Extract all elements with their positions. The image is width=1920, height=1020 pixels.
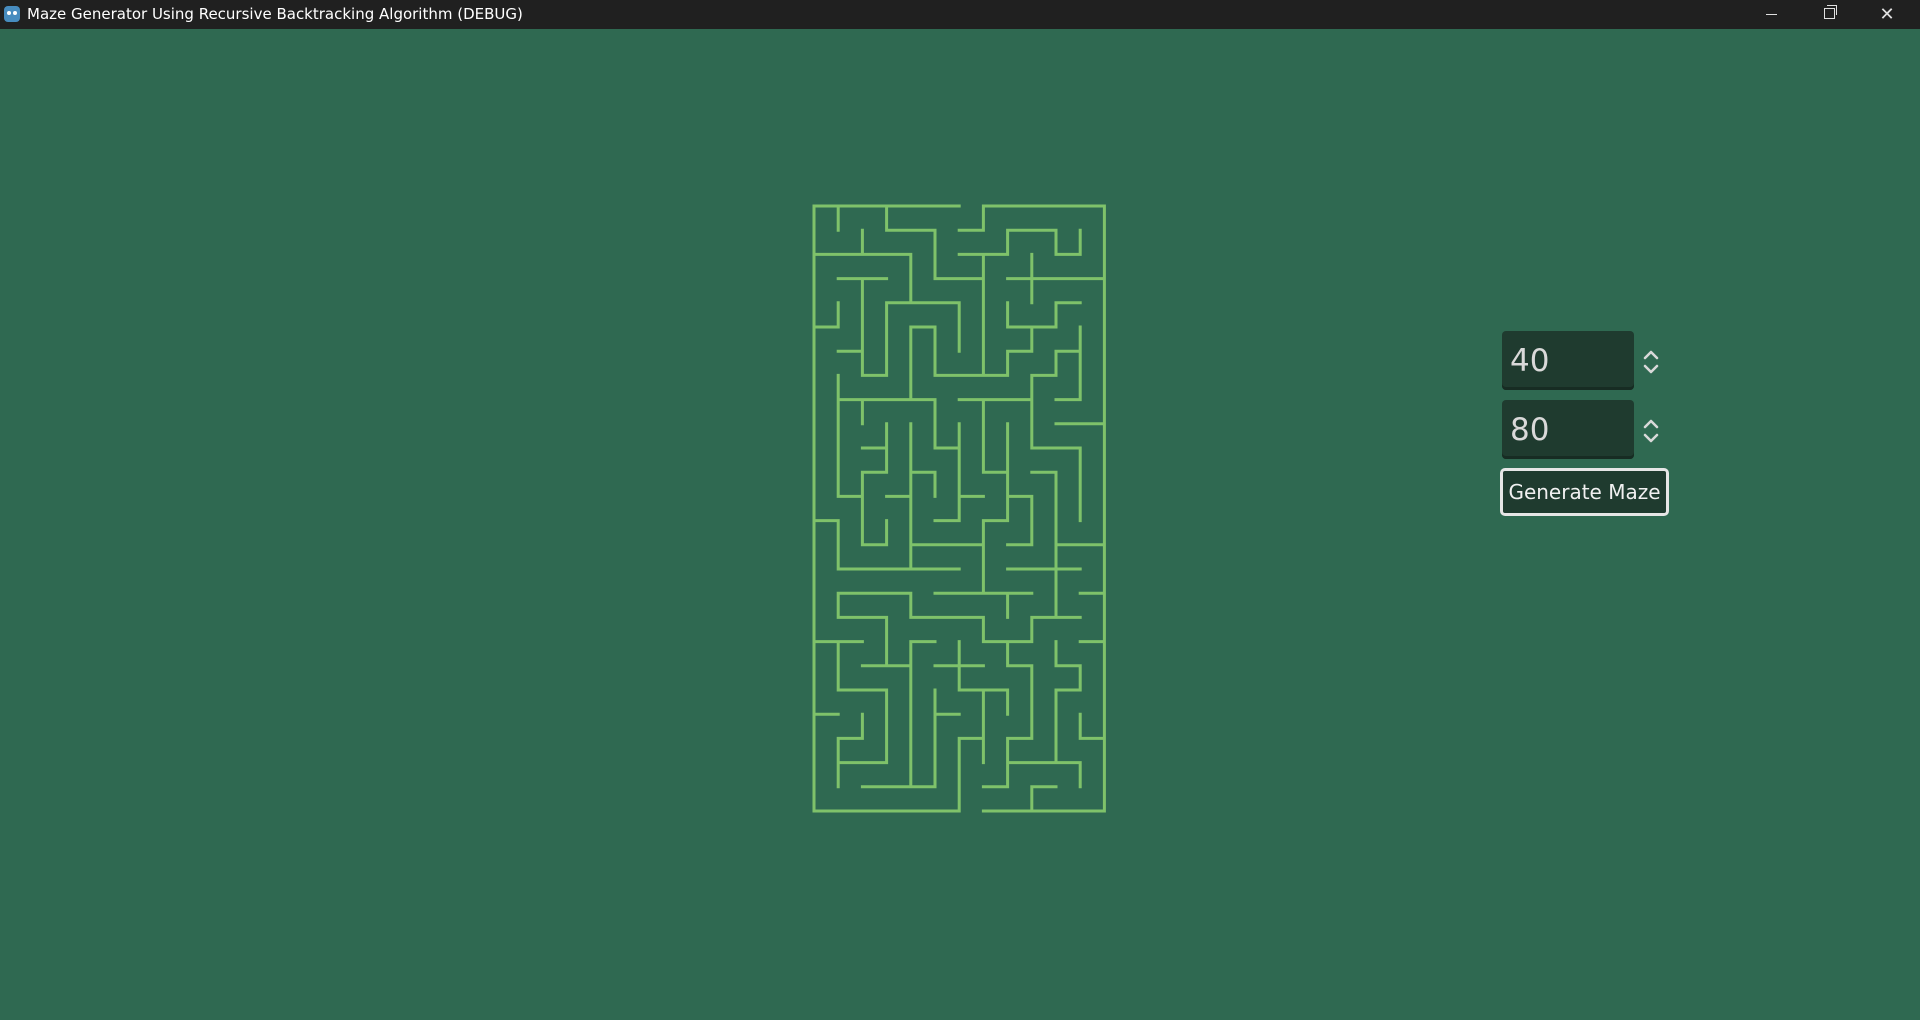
width-value[interactable]: 40 [1510,343,1549,379]
title-bar: Maze Generator Using Recursive Backtrack… [0,0,1920,29]
height-spin-arrows-icon[interactable] [1640,416,1662,446]
godot-icon [4,6,20,22]
height-value[interactable]: 80 [1510,412,1549,448]
width-spin-arrows-icon[interactable] [1640,347,1662,377]
maximize-icon[interactable] [1800,0,1858,29]
generate-maze-button[interactable]: Generate Maze [1500,468,1669,516]
minimize-icon[interactable] [1742,0,1800,29]
height-spinbox[interactable]: 80 [1502,400,1634,459]
window-title: Maze Generator Using Recursive Backtrack… [27,5,523,23]
width-spinbox[interactable]: 40 [1502,331,1634,390]
close-icon[interactable]: ✕ [1858,0,1916,29]
maze-canvas [812,204,1106,813]
maze-walls [812,204,1106,813]
